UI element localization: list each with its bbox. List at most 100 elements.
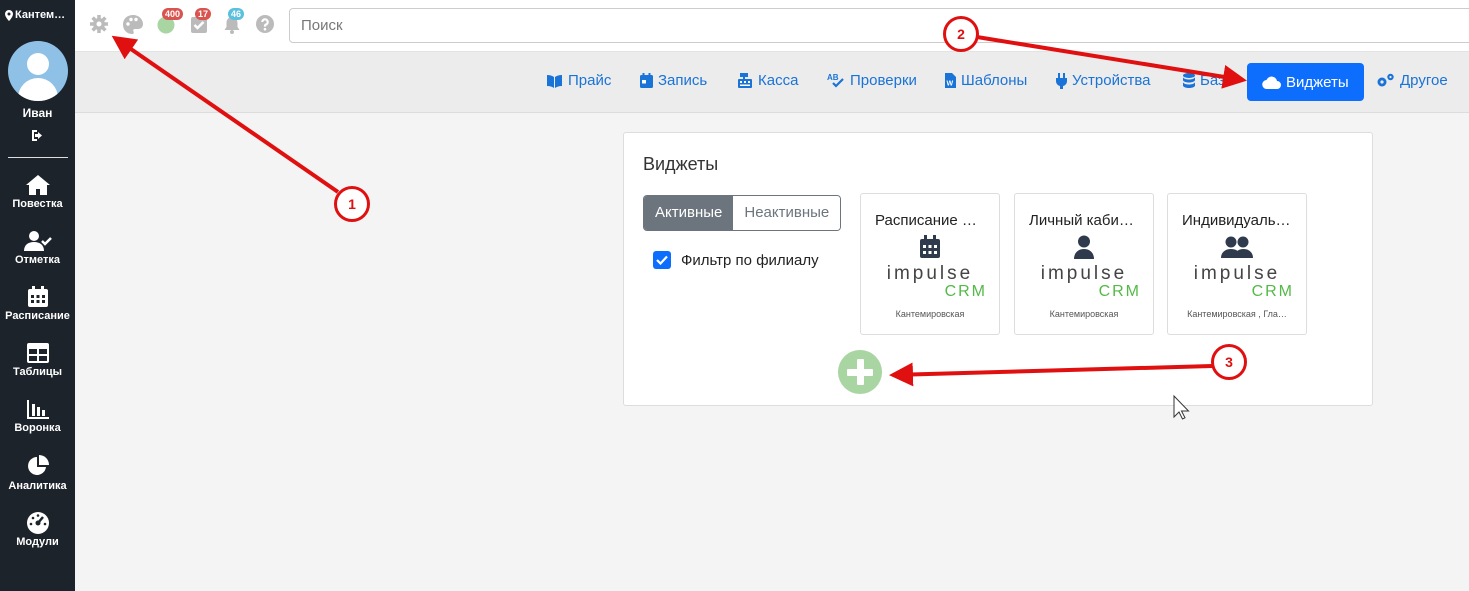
avatar[interactable] <box>8 41 68 101</box>
cloud-icon <box>1262 76 1281 89</box>
sidebar-item-label: Отметка <box>14 254 61 266</box>
status-toggle: Активные Неактивные <box>643 195 842 231</box>
plug-icon <box>1056 72 1067 89</box>
tab-label: Устройства <box>1072 72 1151 89</box>
sidebar-item-funnel[interactable]: Воронка <box>0 398 75 434</box>
user-name: Иван <box>22 106 53 120</box>
question-circle-icon <box>256 15 274 33</box>
book-icon <box>547 74 562 88</box>
sidebar-item-agenda[interactable]: Повестка <box>0 174 75 210</box>
palette-icon <box>123 15 143 34</box>
toggle-active-button[interactable]: Активные <box>644 196 734 230</box>
sidebar-item-attendance[interactable]: Отметка <box>0 230 75 266</box>
map-marker-icon <box>5 9 13 21</box>
annotation-marker-3: 3 <box>1211 344 1247 380</box>
tab-database[interactable]: База <box>1183 72 1233 89</box>
theme-button[interactable] <box>122 14 144 36</box>
file-word-icon: W <box>945 73 956 88</box>
tab-label: Шаблоны <box>961 72 1028 89</box>
impulse-logo-text: impulse <box>1193 263 1281 284</box>
sidebar-divider <box>8 157 68 158</box>
sidebar-item-modules[interactable]: Модули <box>0 510 75 548</box>
svg-text:W: W <box>947 81 954 88</box>
svg-text:AB: AB <box>827 73 839 82</box>
cash-register-icon <box>738 73 752 88</box>
tab-label: Виджеты <box>1286 73 1349 91</box>
tab-label: Запись <box>658 72 708 89</box>
add-widget-button[interactable] <box>838 350 882 394</box>
notifications-count-badge: 46 <box>228 8 245 20</box>
tasks-button[interactable]: 17 <box>189 8 212 36</box>
user-check-icon <box>23 231 52 251</box>
settings-button[interactable] <box>89 14 111 36</box>
sidebar-item-label: Аналитика <box>8 480 67 492</box>
widget-card[interactable]: Индивидуаль… impulse CRM Кантемировская … <box>1167 193 1307 335</box>
cogs-icon <box>1377 73 1394 87</box>
widget-branch: Кантемировская <box>1049 309 1119 319</box>
tab-other[interactable]: Другое <box>1376 72 1448 89</box>
calendar-day-icon <box>640 73 653 88</box>
widget-icon-wrap <box>1015 235 1153 259</box>
sidebar-item-tables[interactable]: Таблицы <box>0 342 75 378</box>
sidebar-item-label: Повестка <box>12 198 63 210</box>
search-input[interactable] <box>289 8 1469 43</box>
tab-label: База <box>1200 72 1234 89</box>
messages-button[interactable]: 400 <box>156 8 184 36</box>
logout-button[interactable] <box>0 129 75 147</box>
widget-title: Индивидуаль… <box>1182 212 1291 229</box>
pie-chart-icon <box>27 455 49 475</box>
tab-booking[interactable]: Запись <box>640 72 707 89</box>
widgets-panel: Виджеты Активные Неактивные Фильтр по фи… <box>623 132 1373 406</box>
branch-filter-checkbox[interactable] <box>653 251 671 269</box>
branch-filter[interactable]: Фильтр по филиалу <box>653 251 819 269</box>
sidebar-item-label: Воронка <box>14 422 61 434</box>
widget-branch: Кантемировская <box>895 309 965 319</box>
sidebar-item-label: Модули <box>16 536 59 548</box>
tab-checks[interactable]: AB Проверки <box>827 72 917 89</box>
widget-card[interactable]: Расписание … impulse CRM Кантемировская <box>860 193 1000 335</box>
home-icon <box>25 175 50 195</box>
table-icon <box>26 343 49 363</box>
widget-icon-wrap <box>1168 235 1306 259</box>
sidebar: Кантем… Иван Повестка Отметка Расписание… <box>0 0 75 591</box>
tab-label: Другое <box>1400 72 1448 89</box>
sidebar-item-schedule[interactable]: Расписание <box>0 286 75 322</box>
annotation-marker-1: 1 <box>334 186 370 222</box>
section-nav: Прайс Запись Касса AB Проверки W Шаблоны… <box>75 52 1469 113</box>
tab-widgets[interactable]: Виджеты <box>1247 63 1364 101</box>
check-icon <box>656 255 668 265</box>
database-icon <box>1183 73 1195 88</box>
sidebar-item-analytics[interactable]: Аналитика <box>0 454 75 492</box>
tab-devices[interactable]: Устройства <box>1056 72 1150 89</box>
tab-label: Прайс <box>568 72 612 89</box>
crm-logo-text: CRM <box>944 283 987 300</box>
funnel-chart-icon <box>26 400 49 419</box>
annotation-marker-2: 2 <box>943 16 979 52</box>
branch-filter-label: Фильтр по филиалу <box>681 251 819 269</box>
user-icon <box>1074 235 1094 259</box>
crm-logo-text: CRM <box>1098 283 1141 300</box>
notifications-button[interactable]: 46 <box>222 8 245 36</box>
impulse-logo-text: impulse <box>886 263 974 284</box>
widget-title: Расписание … <box>875 212 977 229</box>
tab-price[interactable]: Прайс <box>546 72 611 89</box>
tab-label: Проверки <box>850 72 917 89</box>
help-button[interactable] <box>255 14 277 36</box>
widget-card[interactable]: Личный каби… impulse CRM Кантемировская <box>1014 193 1154 335</box>
branch-label: Кантем… <box>15 9 66 21</box>
top-bar: 400 17 46 <box>75 0 1469 52</box>
calendar-icon <box>27 286 48 307</box>
calendar-icon <box>920 235 940 258</box>
sidebar-item-label: Расписание <box>5 310 70 322</box>
impulse-logo-text: impulse <box>1040 263 1128 284</box>
tab-templates[interactable]: W Шаблоны <box>945 72 1027 89</box>
gauge-icon <box>26 512 49 534</box>
widget-title: Личный каби… <box>1029 212 1134 229</box>
branch-selector[interactable]: Кантем… <box>5 9 65 21</box>
widget-branch: Кантемировская , Гла… <box>1187 309 1287 319</box>
sidebar-item-label: Таблицы <box>13 366 62 378</box>
users-icon <box>1221 236 1253 258</box>
spell-check-icon: AB <box>827 73 844 88</box>
tab-cashbox[interactable]: Касса <box>737 72 798 89</box>
toggle-inactive-button[interactable]: Неактивные <box>733 196 841 230</box>
